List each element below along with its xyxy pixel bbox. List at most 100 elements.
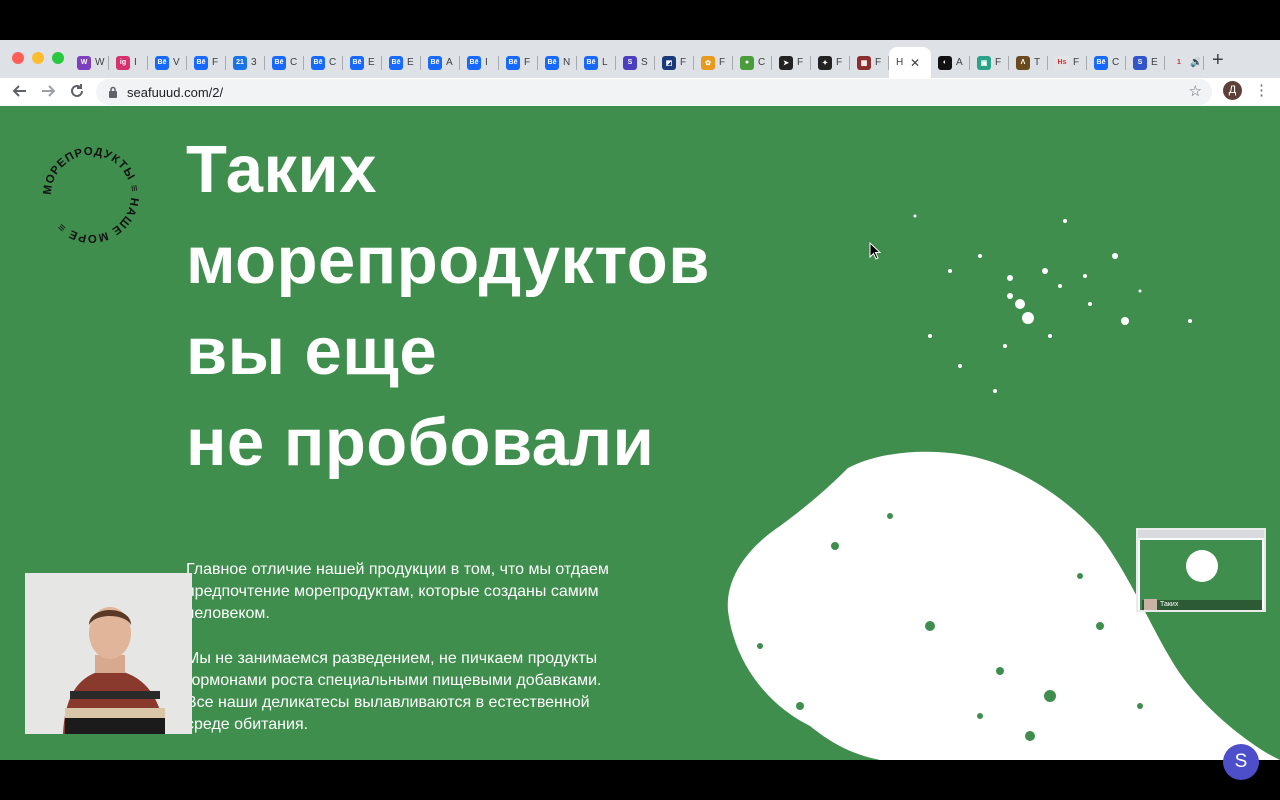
browser-tab[interactable]: Bē F: [187, 47, 226, 78]
browser-menu-icon[interactable]: ⋮: [1254, 81, 1269, 99]
tab-favicon-icon: ig: [116, 55, 130, 70]
forward-button[interactable]: [40, 83, 56, 103]
profile-avatar[interactable]: Д: [1223, 81, 1242, 100]
new-tab-button[interactable]: +: [1212, 49, 1224, 72]
production-paragraph: Мы не занимаемся разведением, не пичкаем…: [186, 650, 602, 733]
browser-tab[interactable]: SS: [616, 47, 655, 78]
window-maximize-button[interactable]: [52, 52, 64, 64]
tab-favicon-icon: 21: [233, 55, 247, 70]
tab-title: I: [134, 57, 137, 68]
browser-tab[interactable]: 1 🔊: [1165, 47, 1204, 78]
browser-tab[interactable]: WW: [70, 47, 109, 78]
tab-favicon-icon: S: [1133, 55, 1147, 70]
browser-tab[interactable]: 21 3: [226, 47, 265, 78]
tab-favicon-icon: ◩: [662, 55, 676, 70]
tab-title: 🔊: [1190, 57, 1200, 68]
address-bar[interactable]: seafuuud.com/2/ ☆: [96, 79, 1212, 105]
bookmark-star-icon[interactable]: ☆: [1189, 82, 1202, 100]
browser-tab[interactable]: Bē C: [1087, 47, 1126, 78]
browser-toolbar: seafuuud.com/2/ ☆ Д ⋮: [0, 78, 1280, 106]
window-minimize-button[interactable]: [32, 52, 44, 64]
tab-title: F: [680, 57, 687, 68]
browser-tab[interactable]: SE: [1126, 47, 1165, 78]
tab-title: 3: [251, 57, 257, 68]
intro-paragraph: Главное отличие нашей продукции в том, ч…: [186, 561, 609, 622]
back-button[interactable]: [12, 83, 28, 103]
tab-title: F: [995, 57, 1002, 68]
browser-tab[interactable]: Bē N: [538, 47, 577, 78]
web-page: МОРЕПРОДУКТЫ ≡ НАШЕ МОРЕ ≡ Таких морепро…: [0, 106, 1280, 760]
preview-page: Таких: [1140, 540, 1262, 610]
reload-button[interactable]: [69, 83, 85, 103]
tab-favicon-icon: Λ: [1016, 55, 1030, 70]
browser-tab[interactable]: ▦ F: [850, 47, 889, 78]
tab-favicon-icon: ●: [740, 55, 754, 70]
back-icon: [12, 85, 26, 97]
browser-tab[interactable]: ΛT: [1009, 47, 1048, 78]
browser-tab[interactable]: Bē C: [304, 47, 343, 78]
browser-tab[interactable]: Bē V: [148, 47, 187, 78]
browser-tab[interactable]: ▣ F: [970, 47, 1009, 78]
tab-title: F: [524, 57, 531, 68]
tab-favicon-icon: 1: [1172, 55, 1186, 70]
hero-heading: Таких морепродуктов вы еще не пробовали: [186, 124, 710, 488]
browser-tab[interactable]: ➤ F: [772, 47, 811, 78]
browser-tab[interactable]: ◩ F: [655, 47, 694, 78]
tab-title: F: [797, 57, 804, 68]
preview-webcam-thumb: [1144, 599, 1157, 610]
tab-title: N: [563, 57, 571, 68]
tab-title: A: [956, 57, 963, 68]
tab-favicon-icon: ▣: [977, 55, 991, 70]
tab-favicon-icon: Bē: [350, 55, 364, 70]
tab-favicon-icon: W: [77, 55, 91, 70]
heading-line: Таких: [186, 132, 378, 207]
tab-favicon-icon: ➤: [779, 55, 793, 70]
tab-title: H: [896, 57, 904, 68]
badge-text: МОРЕПРОДУКТЫ ≡ НАШЕ МОРЕ ≡: [42, 146, 139, 244]
tab-favicon-icon: ▦: [857, 55, 871, 70]
browser-tab[interactable]: ● C: [733, 47, 772, 78]
tab-favicon-icon: Bē: [1094, 55, 1108, 70]
browser-tab[interactable]: Bē E: [382, 47, 421, 78]
tab-title: W: [95, 57, 105, 68]
tab-favicon-icon: Hs: [1055, 55, 1069, 70]
browser-tab[interactable]: Hs F: [1048, 47, 1087, 78]
tab-strip: W Wig I Bē V Bē F 21 3 Bē C Bē C Bē E Bē E Bē A Bē I Bē F Bē N Bē…: [0, 40, 1280, 78]
tab-title: T: [1034, 57, 1041, 68]
heading-line: морепродуктов: [186, 223, 710, 298]
browser-tab[interactable]: Bē L: [577, 47, 616, 78]
browser-tab[interactable]: Bē C: [265, 47, 304, 78]
tab-title: F: [1073, 57, 1080, 68]
window-close-button[interactable]: [12, 52, 24, 64]
browser-tab[interactable]: Bē F: [499, 47, 538, 78]
brand-circular-badge: МОРЕПРОДУКТЫ ≡ НАШЕ МОРЕ ≡: [42, 146, 139, 244]
tab-favicon-icon: Bē: [194, 55, 208, 70]
heading-line: не пробовали: [186, 405, 655, 480]
browser-tab[interactable]: Bē A: [421, 47, 460, 78]
tab-title: V: [173, 57, 180, 68]
webcam-video-overlay: [25, 573, 192, 734]
heading-line: вы еще: [186, 314, 438, 389]
tab-list: W Wig I Bē V Bē F 21 3 Bē C Bē C Bē E Bē E Bē A Bē I Bē F Bē N Bē…: [70, 47, 1204, 78]
browser-tab[interactable]: Bē E: [343, 47, 382, 78]
meeting-user-avatar[interactable]: S: [1223, 744, 1259, 780]
browser-tab[interactable]: ig I: [109, 47, 148, 78]
tab-title: F: [836, 57, 843, 68]
tab-favicon-icon: Bē: [584, 55, 598, 70]
browser-tab[interactable]: ✦ F: [811, 47, 850, 78]
browser-tab[interactable]: Bē I: [460, 47, 499, 78]
browser-tab[interactable]: ✿ F: [694, 47, 733, 78]
tab-favicon-icon: Bē: [467, 55, 481, 70]
tab-favicon-icon: Bē: [389, 55, 403, 70]
browser-tab[interactable]: H ✕: [889, 47, 931, 78]
close-icon[interactable]: ✕: [910, 56, 920, 70]
tab-title: C: [758, 57, 766, 68]
forward-icon: [42, 85, 56, 97]
tab-favicon-icon: ◐: [938, 55, 952, 70]
tab-favicon-icon: Bē: [155, 55, 169, 70]
screen-share-preview[interactable]: Таких: [1136, 528, 1266, 612]
tab-title: C: [290, 57, 298, 68]
url-text[interactable]: seafuuud.com/2/: [127, 85, 223, 100]
browser-tab[interactable]: ◐ A: [931, 47, 970, 78]
tab-title: E: [1151, 57, 1158, 68]
